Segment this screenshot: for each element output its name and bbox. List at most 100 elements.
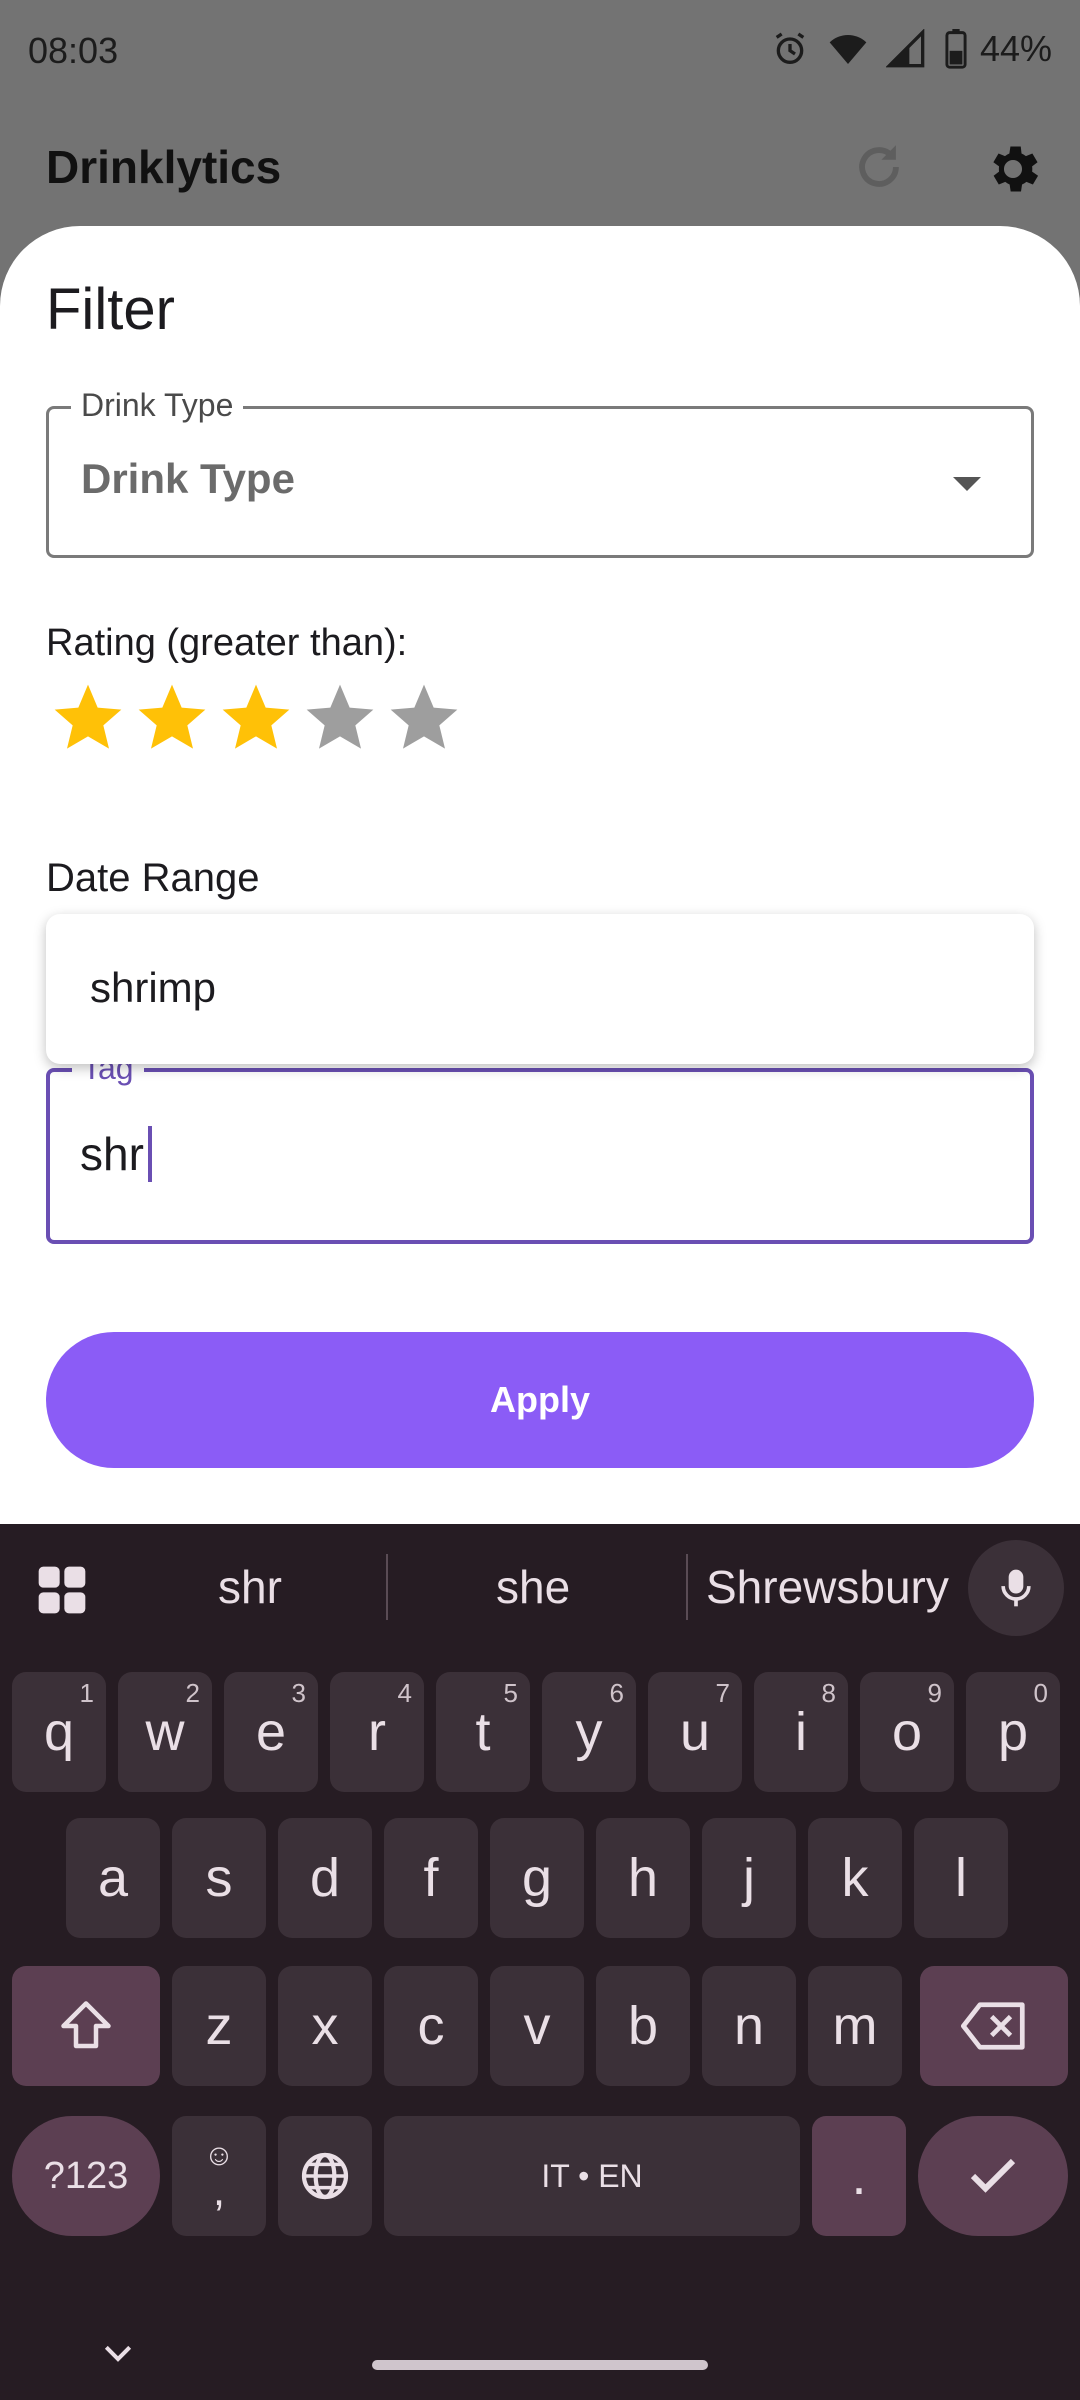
key-hint: 7 <box>715 1678 730 1708</box>
key-r[interactable]: r4 <box>330 1672 424 1792</box>
key-f[interactable]: f <box>384 1818 478 1938</box>
key-label: x <box>311 1996 339 2056</box>
app-title: Drinklytics <box>46 141 282 193</box>
key-label: h <box>627 1848 659 1908</box>
key-w[interactable]: w2 <box>118 1672 212 1792</box>
globe-icon <box>301 2152 349 2200</box>
key-l[interactable]: l <box>914 1818 1008 1938</box>
soft-keyboard: shr she Shrewsbury q1w2e3r4t5y6u7i8o9p0a… <box>0 1524 1080 2400</box>
period-key[interactable]: . <box>812 2116 906 2236</box>
autocomplete-popup: shrimp <box>46 914 1034 1064</box>
key-label: z <box>205 1996 233 2056</box>
battery-icon <box>945 29 967 69</box>
key-hint: 2 <box>185 1678 200 1708</box>
key-label: o <box>891 1702 923 1762</box>
keyboard-suggestion-bar: shr she Shrewsbury <box>0 1524 1080 1654</box>
status-time: 08:03 <box>28 30 119 71</box>
keyboard-apps-icon[interactable] <box>34 1562 90 1618</box>
tag-input[interactable]: Tag shr <box>46 1050 1034 1244</box>
key-a[interactable]: a <box>66 1818 160 1938</box>
mic-icon <box>1001 1569 1031 1607</box>
star-empty-icon[interactable] <box>384 678 464 758</box>
key-label: q <box>43 1702 75 1762</box>
key-hint: 3 <box>291 1678 306 1708</box>
key-label: m <box>832 1996 878 2056</box>
tag-input-value[interactable]: shr <box>80 1126 152 1182</box>
keyboard-suggestion-2[interactable]: she <box>496 1560 570 1614</box>
star-filled-icon[interactable] <box>132 678 212 758</box>
star-empty-icon[interactable] <box>300 678 380 758</box>
date-range-label[interactable]: Date Range <box>46 856 259 901</box>
key-q[interactable]: q1 <box>12 1672 106 1792</box>
key-label: d <box>309 1848 341 1908</box>
key-label: y <box>575 1702 603 1762</box>
dropdown-arrow-icon <box>953 477 981 491</box>
key-i[interactable]: i8 <box>754 1672 848 1792</box>
suggestion-divider <box>386 1554 388 1620</box>
key-g[interactable]: g <box>490 1818 584 1938</box>
star-filled-icon[interactable] <box>48 678 128 758</box>
key-m[interactable]: m <box>808 1966 902 2086</box>
voice-input-button[interactable] <box>968 1540 1064 1636</box>
key-hint: 6 <box>609 1678 624 1708</box>
key-y[interactable]: y6 <box>542 1672 636 1792</box>
key-e[interactable]: e3 <box>224 1672 318 1792</box>
wifi-icon <box>829 35 867 64</box>
status-icons: 44% <box>770 28 1052 70</box>
comma-label: , <box>212 2166 226 2215</box>
enter-key[interactable] <box>918 2116 1068 2236</box>
shift-key[interactable] <box>12 1966 160 2086</box>
settings-icon[interactable] <box>982 138 1044 200</box>
key-label: i <box>795 1702 807 1762</box>
key-u[interactable]: u7 <box>648 1672 742 1792</box>
apply-button[interactable]: Apply <box>46 1332 1034 1468</box>
key-label: v <box>523 1996 551 2056</box>
key-label: t <box>475 1702 491 1762</box>
key-hint: 1 <box>79 1678 94 1708</box>
key-hint: 8 <box>821 1678 836 1708</box>
key-hint: 5 <box>503 1678 518 1708</box>
refresh-icon[interactable] <box>850 138 908 196</box>
key-t[interactable]: t5 <box>436 1672 530 1792</box>
key-label: c <box>417 1996 445 2056</box>
keyboard-collapse-icon[interactable] <box>98 2334 138 2374</box>
key-hint: 0 <box>1033 1678 1048 1708</box>
key-c[interactable]: c <box>384 1966 478 2086</box>
autocomplete-option[interactable]: shrimp <box>90 964 216 1012</box>
key-label: g <box>521 1848 553 1908</box>
star-filled-icon[interactable] <box>216 678 296 758</box>
drink-type-value: Drink Type <box>81 455 295 502</box>
key-s[interactable]: s <box>172 1818 266 1938</box>
check-icon <box>970 2158 1016 2193</box>
tag-text: shr <box>80 1128 144 1180</box>
suggestion-divider <box>686 1554 688 1620</box>
keyboard-suggestion-3[interactable]: Shrewsbury <box>706 1560 949 1614</box>
backspace-key[interactable] <box>920 1966 1068 2086</box>
key-v[interactable]: v <box>490 1966 584 2086</box>
symbols-key[interactable]: ?123 <box>12 2116 160 2236</box>
rating-stars[interactable] <box>48 678 464 758</box>
key-j[interactable]: j <box>702 1818 796 1938</box>
key-n[interactable]: n <box>702 1966 796 2086</box>
key-hint: 9 <box>927 1678 942 1708</box>
key-x[interactable]: x <box>278 1966 372 2086</box>
key-label: p <box>997 1702 1029 1762</box>
language-key[interactable] <box>278 2116 372 2236</box>
key-z[interactable]: z <box>172 1966 266 2086</box>
key-label: e <box>255 1702 287 1762</box>
emoji-comma-key[interactable]: ☺ , <box>172 2116 266 2236</box>
key-d[interactable]: d <box>278 1818 372 1938</box>
drink-type-dropdown[interactable]: Drink Type Drink Type <box>46 387 1034 558</box>
key-p[interactable]: p0 <box>966 1672 1060 1792</box>
space-key[interactable]: IT • EN <box>384 2116 800 2236</box>
status-bar: 08:03 44% <box>0 0 1080 100</box>
key-label: n <box>733 1996 765 2056</box>
key-o[interactable]: o9 <box>860 1672 954 1792</box>
key-label: a <box>97 1848 129 1908</box>
text-cursor <box>147 1126 152 1182</box>
key-b[interactable]: b <box>596 1966 690 2086</box>
key-k[interactable]: k <box>808 1818 902 1938</box>
key-label: s <box>205 1848 233 1908</box>
keyboard-suggestion-1[interactable]: shr <box>218 1560 282 1614</box>
key-h[interactable]: h <box>596 1818 690 1938</box>
